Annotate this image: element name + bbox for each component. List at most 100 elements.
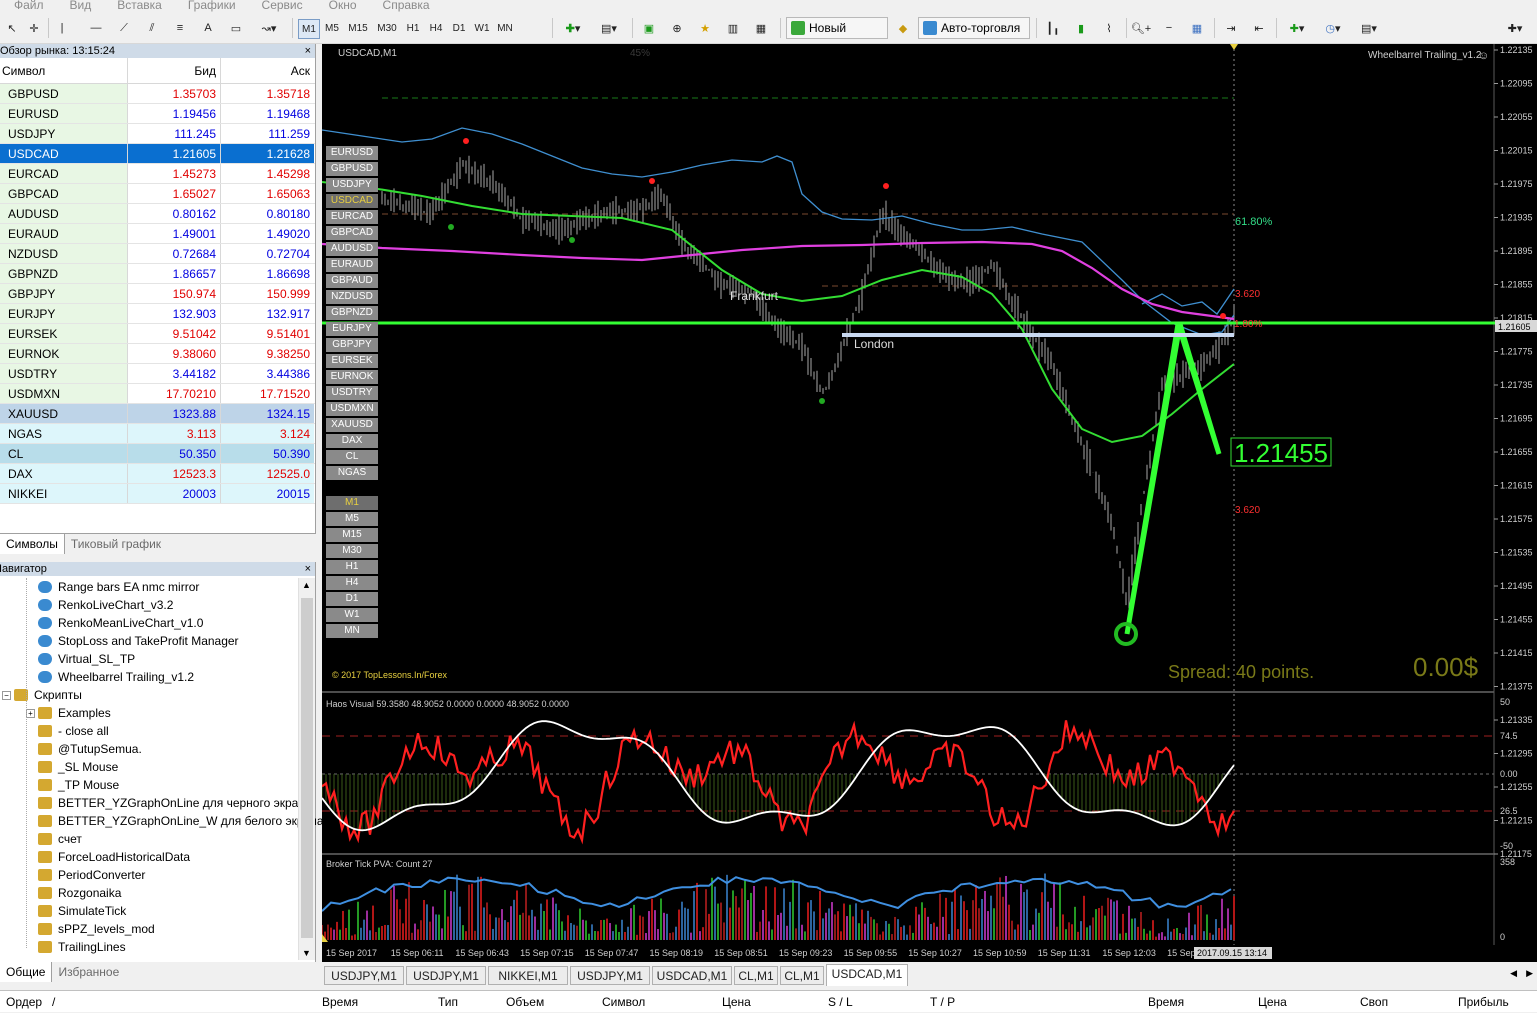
navigator-item[interactable]: Virtual_SL_TP xyxy=(58,650,135,668)
market-watch-row[interactable]: NGAS 3.113 3.124 xyxy=(0,424,315,444)
market-watch-row[interactable]: NIKKEI 20003 20015 xyxy=(0,484,315,504)
fibonacci-icon[interactable]: ≡ xyxy=(170,16,190,40)
market-watch-row[interactable]: GBPNZD 1.86657 1.86698 xyxy=(0,264,315,284)
market-watch-row[interactable]: USDCAD 1.21605 1.21628 xyxy=(0,144,315,164)
tab-symbols[interactable]: Символы xyxy=(0,534,65,554)
text-icon[interactable]: A xyxy=(198,16,218,40)
symbol-switch-button[interactable]: USDMXN xyxy=(326,402,378,416)
chart-tab[interactable]: USDCAD,M1 xyxy=(652,966,732,985)
timeframe-switch-button[interactable]: M30 xyxy=(326,544,378,558)
chart-tab[interactable]: USDJPY,M1 xyxy=(324,966,404,985)
market-watch-icon[interactable]: ▣ xyxy=(638,16,660,40)
timeframe-switch-button[interactable]: M15 xyxy=(326,528,378,542)
navigator-item[interactable]: ForceLoadHistoricalData xyxy=(58,848,190,866)
navigator-item[interactable]: Wheelbarrel Trailing_v1.2 xyxy=(58,668,194,686)
market-watch-row[interactable]: GBPUSD 1.35703 1.35718 xyxy=(0,84,315,104)
menu-item[interactable]: Вставка xyxy=(117,0,162,11)
navigator-item[interactable]: счет xyxy=(58,830,82,848)
symbol-switch-button[interactable]: USDJPY xyxy=(326,178,378,192)
crosshair-icon[interactable]: ✛ xyxy=(24,16,44,40)
market-watch-row[interactable]: EURAUD 1.49001 1.49020 xyxy=(0,224,315,244)
navigator-item[interactable]: _TP Mouse xyxy=(58,776,119,794)
terminal-column[interactable]: Символ xyxy=(602,991,645,1013)
navigator-item[interactable]: Examples xyxy=(58,704,111,722)
navigator-item[interactable]: @TutupSemua. xyxy=(58,740,142,758)
symbol-switch-button[interactable]: EURNOK xyxy=(326,370,378,384)
close-icon[interactable]: × xyxy=(305,562,311,576)
text-label-icon[interactable]: ▭ xyxy=(226,16,246,40)
zoom-in-icon[interactable]: 🔍︎+ xyxy=(1130,16,1152,40)
timeframe-switch-button[interactable]: D1 xyxy=(326,592,378,606)
trendline-icon[interactable]: ⟋ xyxy=(114,16,134,40)
scrollbar-thumb[interactable] xyxy=(301,598,313,938)
scroll-right-icon[interactable]: ▶ xyxy=(1526,968,1533,979)
symbol-switch-button[interactable]: AUDUSD xyxy=(326,242,378,256)
tab-tick-chart[interactable]: Тиковый график xyxy=(65,534,167,554)
symbol-switch-button[interactable]: GBPAUD xyxy=(326,274,378,288)
symbol-switch-button[interactable]: GBPCAD xyxy=(326,226,378,240)
navigator-item[interactable]: TrailingLines xyxy=(58,938,126,956)
terminal-column[interactable]: Прибыль xyxy=(1458,991,1509,1013)
column-symbol[interactable]: Символ xyxy=(0,58,128,83)
symbol-switch-button[interactable]: NGAS xyxy=(326,466,378,480)
timeframe-button[interactable]: D1 xyxy=(448,19,470,39)
chart-tab[interactable]: CL,M1 xyxy=(734,966,778,985)
symbol-switch-button[interactable]: GBPJPY xyxy=(326,338,378,352)
templates-icon[interactable]: ▤▾ xyxy=(1354,16,1384,40)
symbol-switch-button[interactable]: NZDUSD xyxy=(326,290,378,304)
data-window-icon[interactable]: ⊕ xyxy=(666,16,688,40)
chart-window[interactable]: USDCAD,M1 45% Wheelbarrel Trailing_v1.2 … xyxy=(321,44,1537,962)
terminal-column[interactable]: T / P xyxy=(930,991,955,1013)
market-watch-row[interactable]: EURNOK 9.38060 9.38250 xyxy=(0,344,315,364)
chart-tab[interactable]: USDJPY,M1 xyxy=(570,966,650,985)
navigator-item[interactable]: SimulateTick xyxy=(58,902,126,920)
zoom-out-icon[interactable]: − xyxy=(1158,16,1180,40)
timeframe-switch-button[interactable]: H4 xyxy=(326,576,378,590)
symbol-switch-button[interactable]: EURUSD xyxy=(326,146,378,160)
timeframe-button[interactable]: M15 xyxy=(344,19,372,39)
timeframe-switch-button[interactable]: W1 xyxy=(326,608,378,622)
symbol-switch-button[interactable]: GBPUSD xyxy=(326,162,378,176)
navigator-item[interactable]: Скрипты xyxy=(34,686,82,704)
candles-icon[interactable]: ▮ xyxy=(1070,16,1092,40)
market-watch-row[interactable]: EURJPY 132.903 132.917 xyxy=(0,304,315,324)
channel-icon[interactable]: ⫽ xyxy=(142,16,162,40)
timeframe-switch-button[interactable]: MN xyxy=(326,624,378,638)
menu-item[interactable]: Сервис xyxy=(262,0,303,11)
market-watch-row[interactable]: USDTRY 3.44182 3.44386 xyxy=(0,364,315,384)
market-watch-row[interactable]: AUDUSD 0.80162 0.80180 xyxy=(0,204,315,224)
navigator-item[interactable]: Rozgonaika xyxy=(58,884,121,902)
market-watch-row[interactable]: USDMXN 17.70210 17.71520 xyxy=(0,384,315,404)
terminal-column[interactable]: S / L xyxy=(828,991,853,1013)
timeframe-button[interactable]: M30 xyxy=(373,19,401,39)
metaeditor-icon[interactable]: ◆ xyxy=(892,16,914,40)
chart-tab[interactable]: USDCAD,M1 xyxy=(826,964,908,986)
toolbar-overflow-icon[interactable]: ✚▾ xyxy=(1500,16,1530,40)
tile-windows-icon[interactable]: ▦ xyxy=(1186,16,1208,40)
navigator-item[interactable]: Range bars EA nmc mirror xyxy=(58,578,199,596)
navigator-item[interactable]: RenkoLiveChart_v3.2 xyxy=(58,596,173,614)
terminal-column[interactable]: / xyxy=(52,991,55,1013)
tab-favorites[interactable]: Избранное xyxy=(52,962,125,982)
chart-canvas[interactable]: USDCAD,M1 45% Wheelbarrel Trailing_v1.2 … xyxy=(321,44,1537,962)
market-watch-row[interactable]: EURUSD 1.19456 1.19468 xyxy=(0,104,315,124)
autotrading-button[interactable]: Авто-торговля xyxy=(918,17,1030,39)
navigator-item[interactable]: PeriodConverter xyxy=(58,866,145,884)
market-watch-row[interactable]: GBPCAD 1.65027 1.65063 xyxy=(0,184,315,204)
navigator-scrollbar[interactable]: ▲ ▼ xyxy=(298,578,315,960)
terminal-column[interactable]: Тип xyxy=(438,991,458,1013)
line-chart-icon[interactable]: ⌇ xyxy=(1098,16,1120,40)
timeframe-switch-button[interactable]: M5 xyxy=(326,512,378,526)
terminal-icon[interactable]: ▥ xyxy=(722,16,744,40)
menu-item[interactable]: Графики xyxy=(188,0,236,11)
periods-icon[interactable]: ◷ ▾ xyxy=(1318,16,1348,40)
horizontal-line-icon[interactable]: — xyxy=(86,16,106,40)
new-order-button[interactable]: Новый ордер xyxy=(786,17,888,55)
menu-item[interactable]: Вид xyxy=(70,0,92,11)
close-icon[interactable]: × xyxy=(305,44,311,58)
chart-tab[interactable]: CL,M1 xyxy=(780,966,824,985)
expand-icon[interactable]: − xyxy=(2,691,11,700)
symbol-switch-button[interactable]: USDTRY xyxy=(326,386,378,400)
scroll-left-icon[interactable]: ◀ xyxy=(1510,968,1517,979)
market-watch-row[interactable]: EURSEK 9.51042 9.51401 xyxy=(0,324,315,344)
